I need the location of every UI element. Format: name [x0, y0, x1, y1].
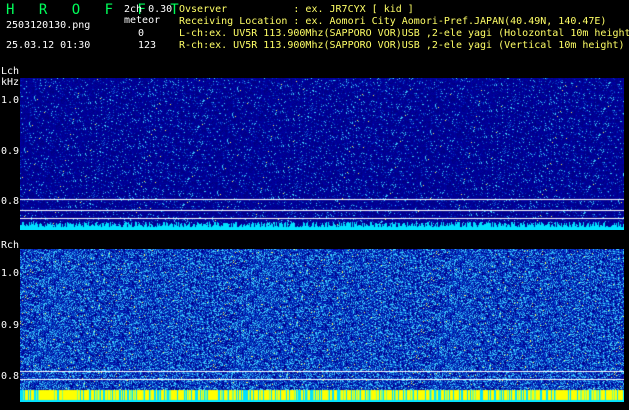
rch-meteor-count: 123: [138, 40, 157, 51]
file-name: 2503120130.png: [6, 20, 91, 31]
lch-tick-0.9: 0.9: [1, 146, 20, 157]
rch-tick-1.0: 1.0: [1, 268, 20, 279]
lch-info: L-ch:ex. UV5R 113.900Mhz(SAPPORO VOR)USB…: [179, 28, 629, 39]
meteor-label: meteor: [124, 15, 161, 26]
timestamp: 25.03.12 01:30: [6, 40, 91, 51]
lch-tick-0.8: 0.8: [1, 196, 20, 207]
rch-info: R-ch:ex. UV5R 113.900Mhz(SAPPORO VOR)USB…: [179, 40, 625, 51]
lch-spectrogram: [20, 78, 624, 230]
observer-info: Ovserver : ex. JR7CYX [ kid ]: [179, 4, 414, 15]
rch-label: Rch: [1, 240, 20, 251]
lch-meteor-count: 0: [138, 28, 145, 39]
location-info: Receiving Location : ex. Aomori City Aom…: [179, 16, 607, 27]
rch-spectrogram: [20, 249, 624, 402]
rch-tick-0.9: 0.9: [1, 320, 20, 331]
rch-tick-0.8: 0.8: [1, 371, 20, 382]
lch-unit-label: kHz: [1, 77, 20, 88]
lch-tick-1.0: 1.0: [1, 95, 20, 106]
